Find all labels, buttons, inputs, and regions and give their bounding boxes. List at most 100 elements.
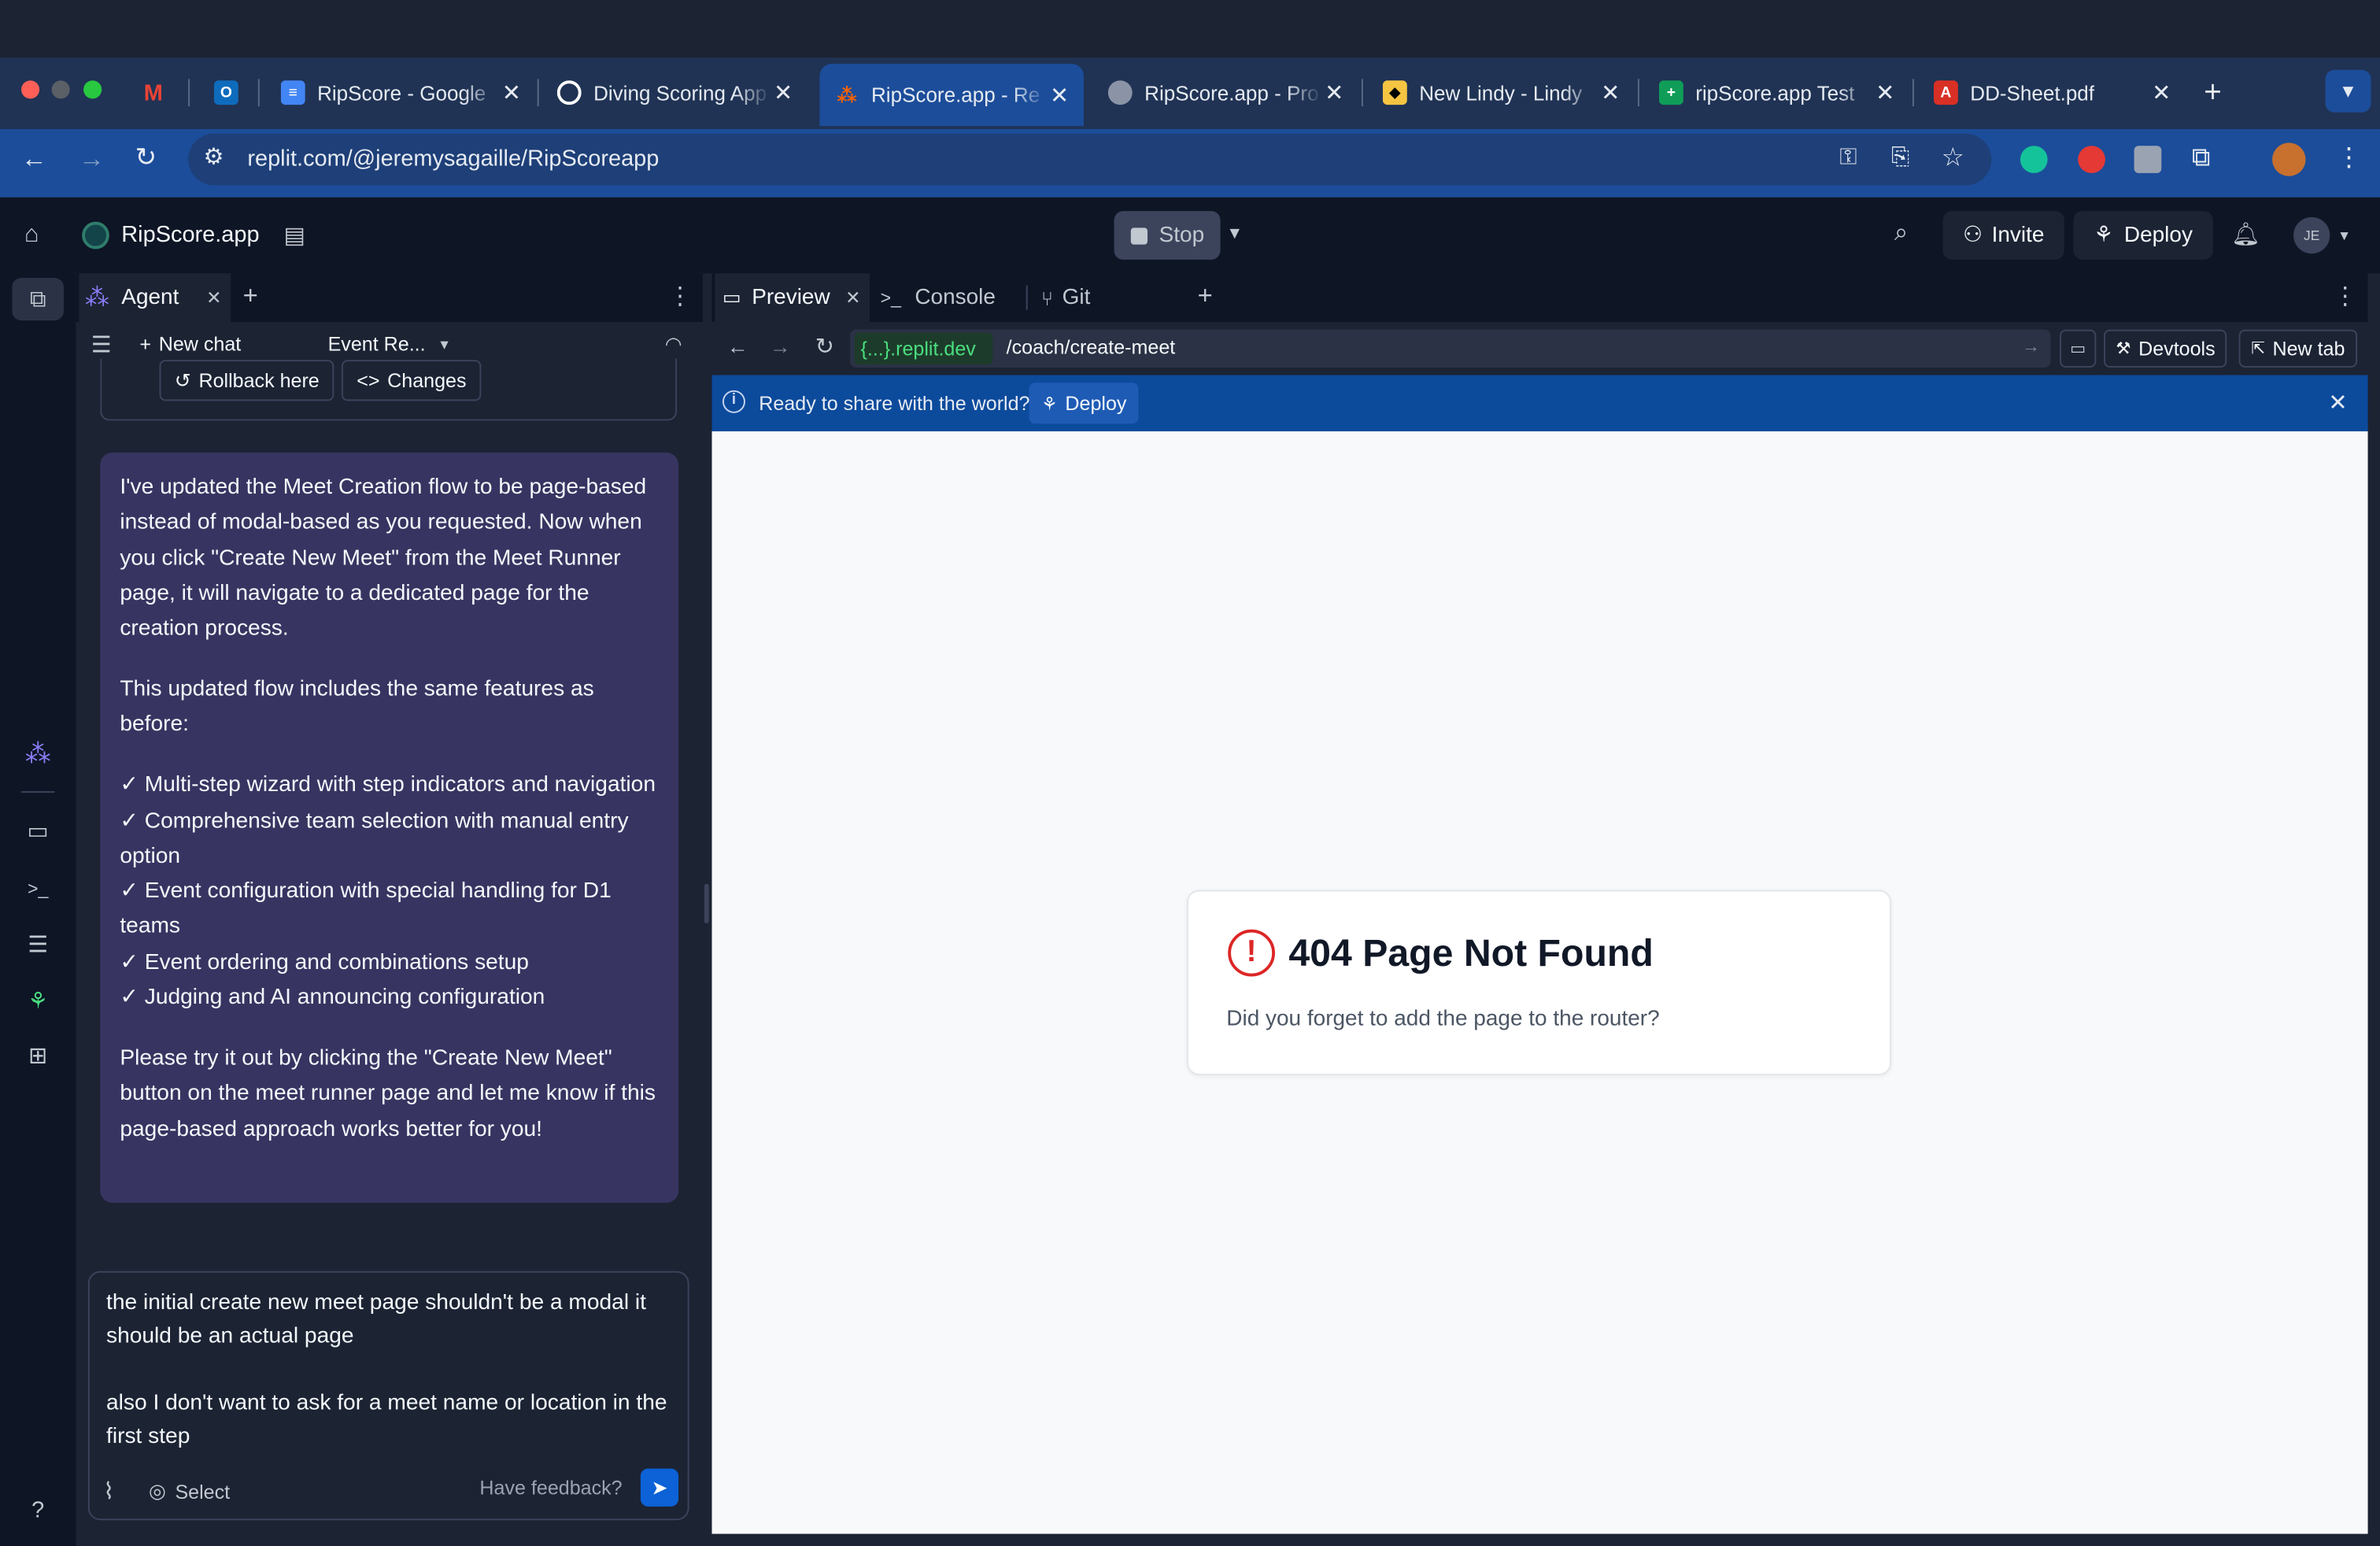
browser-tab-replit-active[interactable]: ⁂ RipScore.app - Re ✕ <box>819 64 1084 127</box>
stop-button[interactable]: Stop <box>1114 211 1221 260</box>
changes-button[interactable]: <> Changes <box>341 360 482 401</box>
list-item: ✓ Event configuration with special handl… <box>120 879 612 940</box>
more-vertical-icon[interactable]: ⋮ <box>2336 144 2362 170</box>
list-item: ✓ Multi-step wizard with step indicators… <box>120 773 656 798</box>
bookmark-star-icon[interactable]: ☆ <box>1942 144 1964 170</box>
agent-icon[interactable]: ⁂ <box>21 738 54 771</box>
reload-icon[interactable]: ↻ <box>815 333 834 360</box>
close-tab-icon[interactable]: ✕ <box>1322 79 1347 106</box>
tab-preview[interactable]: ▭ Preview ✕ <box>715 273 870 323</box>
code-icon: <> <box>357 368 380 392</box>
home-icon[interactable]: ⌂ <box>24 222 39 250</box>
profile-avatar[interactable] <box>2272 142 2306 176</box>
extension-icon[interactable] <box>2134 146 2162 173</box>
tab-console[interactable]: >_ Console <box>881 273 996 322</box>
attach-paperclip-icon[interactable]: ⌇ <box>103 1478 114 1505</box>
chevron-down-icon[interactable]: ▼ <box>2338 227 2351 242</box>
deployments-icon[interactable]: ⚘ <box>21 984 54 1017</box>
add-tab-icon[interactable]: + <box>243 281 258 312</box>
close-tab-icon[interactable]: ✕ <box>206 287 221 309</box>
user-avatar[interactable]: JE <box>2293 216 2330 254</box>
extension-icon[interactable] <box>2078 146 2105 173</box>
browser-tab-diving[interactable]: Diving Scoring App ✕ <box>556 67 796 119</box>
go-arrow-icon[interactable]: → <box>2022 335 2040 357</box>
project-name[interactable]: RipScore.app <box>121 222 259 248</box>
grammarly-icon[interactable] <box>2020 146 2048 173</box>
tab-title: Diving Scoring App <box>593 81 767 105</box>
close-tab-icon[interactable]: ✕ <box>499 79 523 106</box>
console-icon[interactable]: >_ <box>21 871 54 904</box>
close-tab-icon[interactable]: ✕ <box>845 287 860 309</box>
forward-icon[interactable]: → <box>770 334 791 358</box>
maximize-window-button[interactable] <box>83 80 102 99</box>
close-tab-icon[interactable]: ✕ <box>1048 81 1072 109</box>
browser-tab-docs[interactable]: ≡ RipScore - Google ✕ <box>280 67 524 119</box>
close-tab-icon[interactable]: ✕ <box>2149 79 2174 106</box>
deploy-icon: ⚘ <box>1040 392 1058 414</box>
browser-tab-sheets[interactable]: + ripScore.app Test ✕ <box>1658 67 1898 119</box>
thread-selector[interactable]: Event Re... ▼ <box>328 333 452 356</box>
pane-resize-handle[interactable] <box>704 883 709 923</box>
new-tab-button[interactable]: + <box>2204 67 2234 119</box>
storage-icon[interactable]: ▤ <box>284 222 305 250</box>
close-tab-icon[interactable]: ✕ <box>1598 79 1623 106</box>
list-item: ✓ Judging and AI announcing configuratio… <box>120 986 545 1011</box>
notifications-bell-icon[interactable]: 🔔︎ <box>2231 220 2260 248</box>
device-toggle-button[interactable]: ▭ <box>2060 329 2097 368</box>
info-icon: i <box>722 390 745 413</box>
send-button[interactable]: ➤ <box>640 1468 679 1507</box>
rollback-button[interactable]: ↺ Rollback here <box>159 360 335 401</box>
new-chat-button[interactable]: + New chat <box>139 333 241 356</box>
feedback-link[interactable]: Have feedback? <box>479 1476 622 1499</box>
add-tab-icon[interactable]: + <box>1198 281 1213 312</box>
minimize-window-button[interactable] <box>51 80 70 99</box>
extensions-puzzle-icon[interactable]: ⧉ <box>2192 144 2210 170</box>
tab-git[interactable]: ⑂ Git <box>1041 273 1090 322</box>
help-icon[interactable]: ? <box>21 1492 54 1526</box>
browser-tab-lindy[interactable]: ◆ New Lindy - Lindy ✕ <box>1382 67 1623 119</box>
select-element-button[interactable]: ◎ Select <box>149 1479 230 1503</box>
browser-tab-outlook[interactable]: O <box>213 67 242 119</box>
close-tab-icon[interactable]: ✕ <box>771 79 796 106</box>
preview-path[interactable]: /coach/create-meet <box>1007 335 1176 358</box>
gmail-icon: M <box>143 80 163 106</box>
devtools-button[interactable]: ⚒ Devtools <box>2103 329 2228 368</box>
reload-icon[interactable]: ↻ <box>135 144 157 170</box>
preview-icon[interactable]: ▭ <box>21 814 54 847</box>
all-tools-icon[interactable]: ⊞ <box>21 1039 54 1072</box>
usage-gauge-icon[interactable]: ◠ <box>665 333 682 357</box>
lindy-icon: ◆ <box>1382 80 1407 105</box>
browser-tab-replit-pro[interactable]: RipScore.app - Pro ✕ <box>1107 67 1347 119</box>
stop-label: Stop <box>1159 223 1205 248</box>
sheets-icon: + <box>1658 80 1683 105</box>
browser-tab-gmail[interactable]: M <box>141 67 168 119</box>
close-banner-icon[interactable]: ✕ <box>2328 389 2347 416</box>
database-icon[interactable]: ☰ <box>21 928 54 961</box>
site-settings-icon[interactable]: ⚙ <box>203 146 224 168</box>
forward-icon[interactable]: → <box>79 146 105 172</box>
search-icon[interactable]: ⌕ <box>1894 220 1908 248</box>
not-found-card <box>1187 890 1891 1075</box>
back-icon[interactable]: ← <box>21 146 47 172</box>
tab-search-button[interactable]: ▼ <box>2325 69 2371 113</box>
password-key-icon[interactable]: ⚿ <box>1839 146 1857 168</box>
deploy-button[interactable]: ⚘ Deploy <box>2073 211 2213 260</box>
close-window-button[interactable] <box>20 80 40 99</box>
preview-domain: {...}.replit.dev <box>854 332 993 365</box>
url-text[interactable]: replit.com/@jeremysagaille/RipScoreapp <box>247 146 659 172</box>
more-vertical-icon[interactable]: ⋮ <box>668 281 693 312</box>
install-app-icon[interactable]: ⎘ <box>1891 146 1909 168</box>
more-vertical-icon[interactable]: ⋮ <box>2333 281 2357 312</box>
tab-agent[interactable]: ⁂ Agent ✕ <box>79 273 231 323</box>
history-menu-icon[interactable]: ☰ <box>91 331 112 359</box>
tab-label: Git <box>1062 285 1091 310</box>
chat-input-line: the initial create new meet page shouldn… <box>105 1290 646 1349</box>
new-tab-button[interactable]: ⇱ New tab <box>2238 329 2357 368</box>
invite-button[interactable]: ⚇ Invite <box>1942 211 2064 260</box>
rail-divider <box>20 791 55 793</box>
run-options-chevron-icon[interactable]: ▼ <box>1226 225 1243 243</box>
back-icon[interactable]: ← <box>727 334 748 358</box>
browser-tab-pdf[interactable]: A DD-Sheet.pdf ✕ <box>1933 67 2174 119</box>
banner-deploy-button[interactable]: ⚘ Deploy <box>1029 383 1139 424</box>
close-tab-icon[interactable]: ✕ <box>1873 79 1898 106</box>
